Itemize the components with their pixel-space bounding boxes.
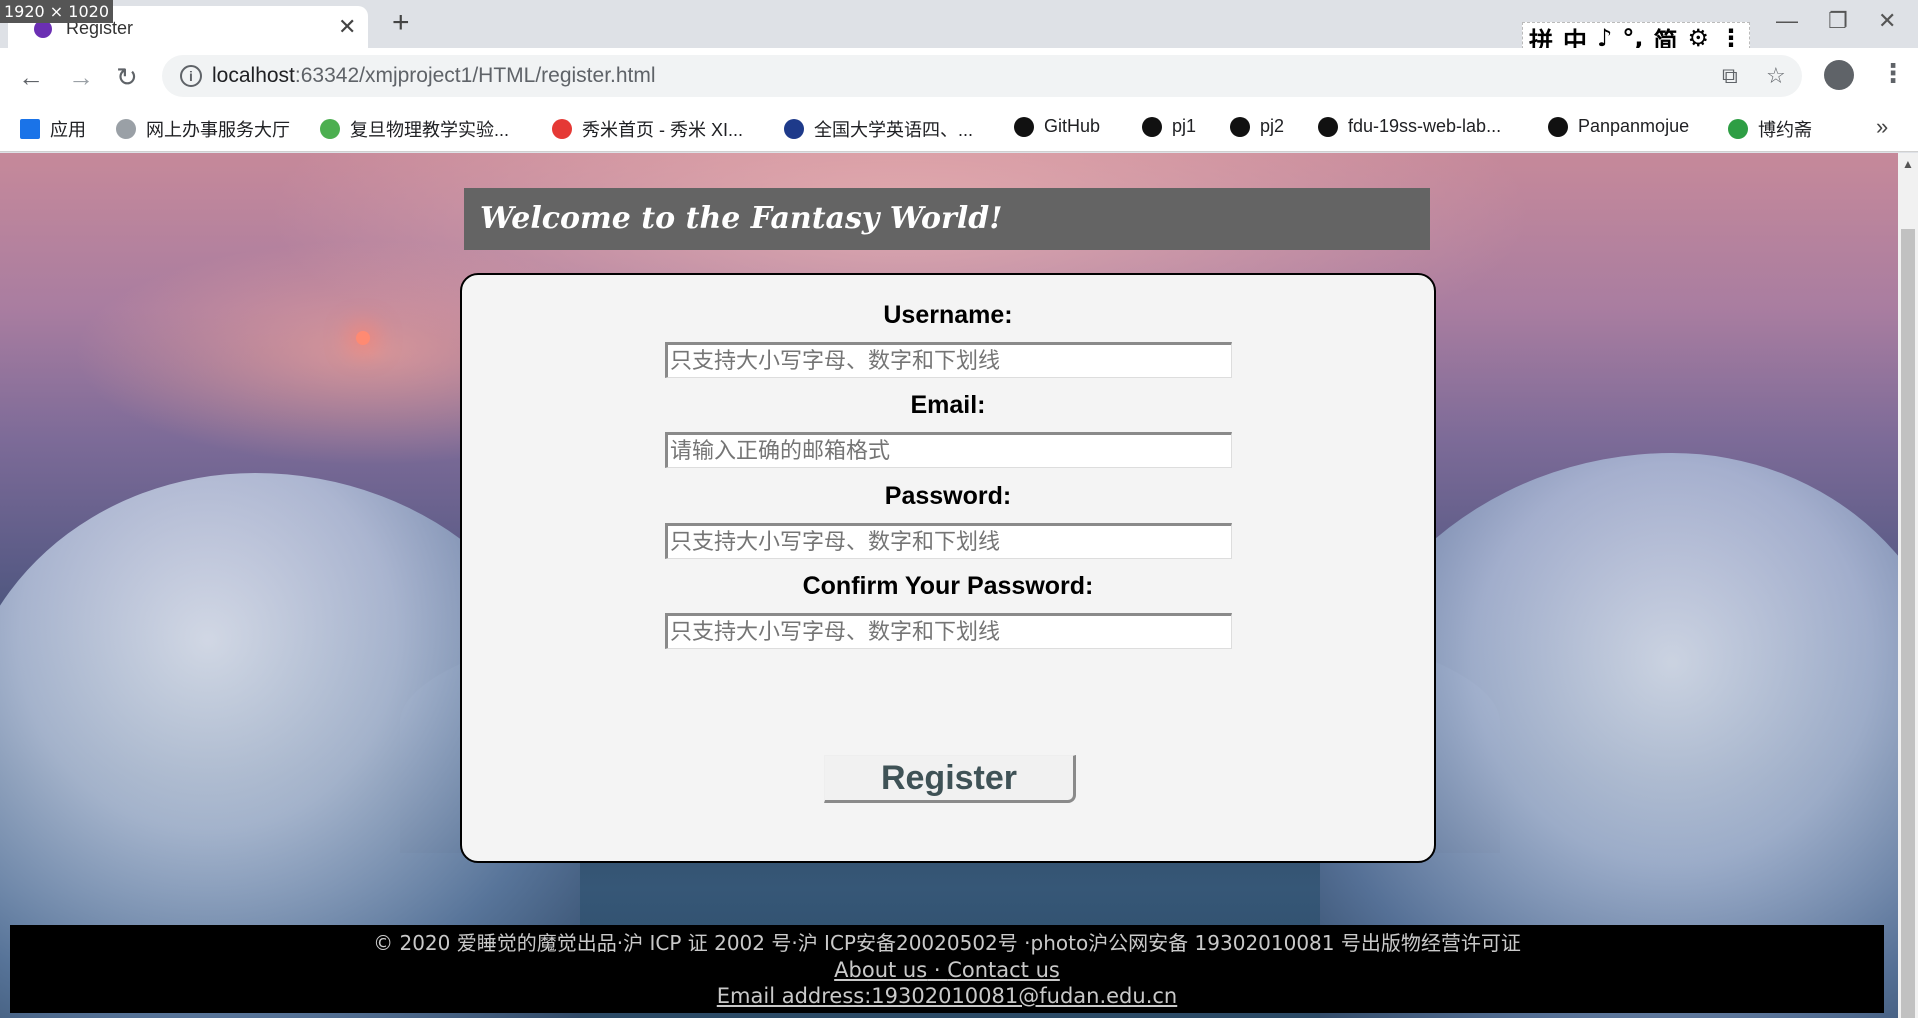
- browser-menu-icon[interactable]: ⋮: [1880, 58, 1906, 89]
- register-form: Username: Email: Password: Confirm Your …: [460, 273, 1436, 863]
- bookmark-item[interactable]: 博约斋: [1728, 116, 1812, 142]
- home-icon: [116, 119, 136, 139]
- new-tab-icon[interactable]: +: [392, 6, 410, 40]
- bookmark-item[interactable]: pj2: [1230, 116, 1284, 137]
- bookmark-item[interactable]: Panpanmojue: [1548, 116, 1689, 137]
- github-icon: [1318, 116, 1338, 137]
- username-label: Username:: [883, 301, 1013, 329]
- translate-icon[interactable]: ⧉: [1722, 63, 1738, 89]
- bookmark-item[interactable]: pj1: [1142, 116, 1196, 137]
- scroll-up-arrow-icon[interactable]: ▲: [1902, 157, 1914, 171]
- url-text[interactable]: localhost:63342/xmjproject1/HTML/registe…: [212, 64, 656, 88]
- apps-grid-icon: [20, 119, 40, 139]
- restore-icon[interactable]: ❐: [1828, 8, 1848, 34]
- bookmark-item[interactable]: 网上办事服务大厅: [116, 116, 290, 142]
- bookmarks-bar: 应用 网上办事服务大厅 复旦物理教学实验... 秀米首页 - 秀米 XI... …: [0, 104, 1918, 152]
- footer-separator: ·: [927, 958, 948, 982]
- back-arrow-icon[interactable]: ←: [18, 62, 44, 93]
- cet-icon: [784, 119, 804, 139]
- footer-copyright: © 2020 爱睡觉的魔觉出品·沪 ICP 证 2002 号·沪 ICP安备20…: [373, 931, 1521, 955]
- dimension-label: 1920 × 1020: [0, 0, 114, 23]
- minimize-icon[interactable]: —: [1776, 8, 1798, 34]
- page-scrollbar[interactable]: ▲: [1898, 153, 1918, 1018]
- scroll-thumb[interactable]: [1901, 229, 1915, 1018]
- footer-email-link[interactable]: Email address:19302010081@fudan.edu.cn: [10, 984, 1884, 1008]
- email-input[interactable]: [665, 432, 1232, 468]
- github-icon: [1230, 116, 1250, 137]
- address-bar[interactable]: i localhost:63342/xmjproject1/HTML/regis…: [162, 55, 1802, 97]
- forward-arrow-icon[interactable]: →: [68, 62, 94, 93]
- page-footer: © 2020 爱睡觉的魔觉出品·沪 ICP 证 2002 号·沪 ICP安备20…: [10, 925, 1884, 1013]
- reload-icon[interactable]: ↻: [116, 62, 138, 93]
- xiumi-icon: [552, 119, 572, 139]
- profile-avatar-icon[interactable]: [1824, 60, 1854, 90]
- email-label: Email:: [910, 391, 986, 419]
- about-us-link[interactable]: About us: [834, 958, 927, 982]
- browser-toolbar: ← → ↻ i localhost:63342/xmjproject1/HTML…: [0, 48, 1918, 104]
- tab-strip: 1920 × 1020 Register ✕ + 拼 中 ♪ °, 简 ⚙ ⋮ …: [0, 0, 1918, 55]
- register-button[interactable]: Register: [824, 755, 1076, 803]
- bookmark-star-icon[interactable]: ☆: [1766, 63, 1786, 89]
- boyuezhai-icon: [1728, 119, 1748, 139]
- confirm-password-input[interactable]: [665, 613, 1232, 649]
- page-viewport: Welcome to the Fantasy World! Username: …: [0, 153, 1898, 1018]
- bookmark-item[interactable]: 全国大学英语四、...: [784, 116, 973, 142]
- footer-links: About us · Contact us: [10, 958, 1884, 982]
- username-input[interactable]: [665, 342, 1232, 378]
- bookmark-apps[interactable]: 应用: [20, 116, 86, 142]
- window-close-icon[interactable]: ✕: [1878, 8, 1896, 34]
- bookmark-item[interactable]: 复旦物理教学实验...: [320, 116, 509, 142]
- site-info-icon[interactable]: i: [180, 65, 202, 87]
- confirm-password-label: Confirm Your Password:: [802, 572, 1094, 600]
- bookmark-item[interactable]: 秀米首页 - 秀米 XI...: [552, 116, 743, 142]
- bookmark-item[interactable]: GitHub: [1014, 116, 1100, 137]
- physics-lab-icon: [320, 119, 340, 139]
- bookmark-item[interactable]: fdu-19ss-web-lab...: [1318, 116, 1501, 137]
- background-sun: [356, 331, 370, 345]
- more-bookmarks-icon[interactable]: »: [1876, 114, 1888, 140]
- password-label: Password:: [884, 482, 1012, 510]
- github-icon: [1548, 116, 1568, 137]
- welcome-banner: Welcome to the Fantasy World!: [464, 188, 1430, 250]
- contact-us-link[interactable]: Contact us: [947, 958, 1060, 982]
- github-icon: [1142, 116, 1162, 137]
- password-input[interactable]: [665, 523, 1232, 559]
- github-icon: [1014, 116, 1034, 137]
- close-tab-icon[interactable]: ✕: [338, 14, 356, 40]
